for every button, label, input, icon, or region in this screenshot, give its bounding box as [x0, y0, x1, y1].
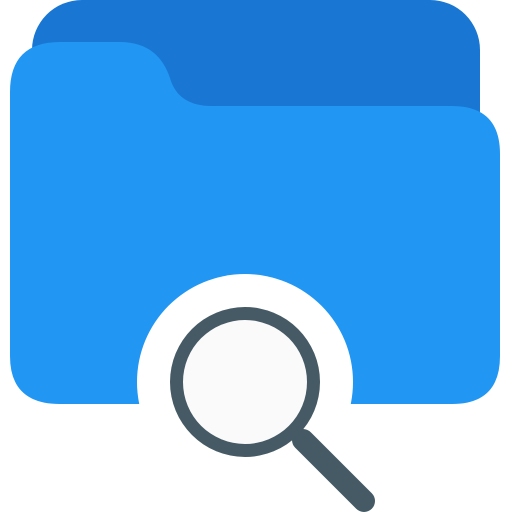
magnifier-glass — [183, 320, 307, 444]
folder-search-icon — [10, 0, 500, 512]
magnifier-handle — [292, 429, 375, 512]
icon-canvas — [0, 0, 512, 512]
